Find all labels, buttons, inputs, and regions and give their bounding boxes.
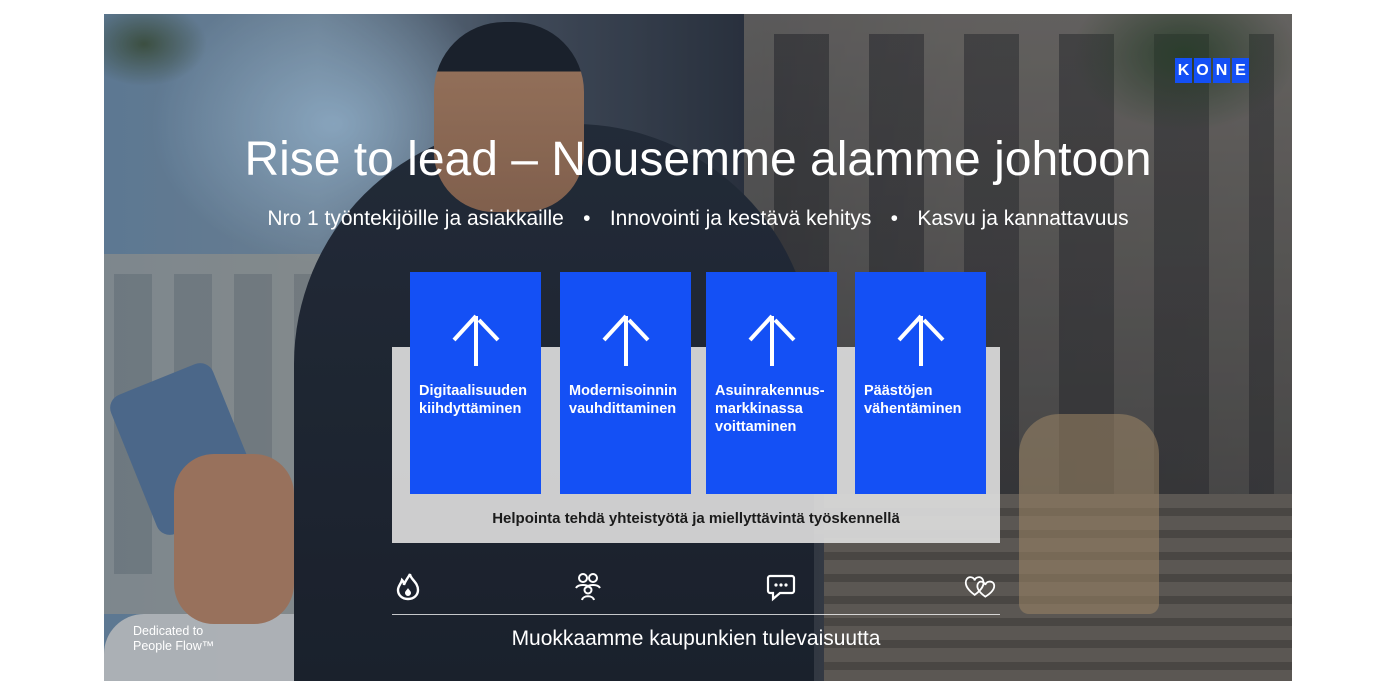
arrow-up-icon — [897, 314, 945, 366]
priority-card-3: Asuinrakennus- markkinassa voittaminen — [706, 272, 837, 494]
priority-label: Digitaalisuuden kiihdyttäminen — [419, 383, 527, 417]
flame-icon — [396, 573, 420, 601]
people-icon — [575, 573, 601, 601]
priority-label: Asuinrakennus- markkinassa voittaminen — [715, 383, 825, 435]
priority-card-4: Päästöjen vähentäminen — [855, 272, 986, 494]
pillar-2: Innovointi ja kestävä kehitys — [609, 207, 872, 230]
slide-title: Rise to lead – Nousemme alamme johtoon — [244, 133, 1152, 186]
priority-label: Päästöjen vähentäminen — [864, 383, 962, 417]
logo-letter: E — [1232, 58, 1249, 83]
arrow-up-icon — [602, 314, 650, 366]
foundation-text: Helpointa tehdä yhteistyötä ja miellyttä… — [492, 510, 900, 527]
logo-letter: N — [1213, 58, 1230, 83]
priority-label: Modernisoinnin vauhdittaminen — [569, 383, 677, 417]
logo-letter: O — [1194, 58, 1211, 83]
bullet-separator: • — [890, 207, 898, 230]
pillar-1: Nro 1 työntekijöille ja asiakkaille — [267, 207, 564, 230]
hearts-icon — [964, 576, 996, 598]
tagline: Muokkaamme kaupunkien tulevaisuutta — [511, 627, 881, 650]
logo-letter: K — [1175, 58, 1192, 83]
priority-card-2: Modernisoinnin vauhdittaminen — [560, 272, 691, 494]
divider-line — [392, 614, 1000, 615]
bullet-separator: • — [583, 207, 591, 230]
priority-card-1: Digitaalisuuden kiihdyttäminen — [410, 272, 541, 494]
dedicated-to-people-flow: Dedicated to People Flow™ — [133, 624, 215, 653]
kone-logo: K O N E — [1175, 58, 1249, 83]
chat-icon — [766, 574, 796, 602]
pillar-3: Kasvu ja kannattavuus — [917, 207, 1129, 230]
strategy-pillars: Nro 1 työntekijöille ja asiakkaille • Inno… — [104, 206, 1292, 232]
arrow-up-icon — [452, 314, 500, 366]
slide: K O N E Rise to lead – Nousemme alamme j… — [104, 14, 1292, 681]
arrow-up-icon — [748, 314, 796, 366]
